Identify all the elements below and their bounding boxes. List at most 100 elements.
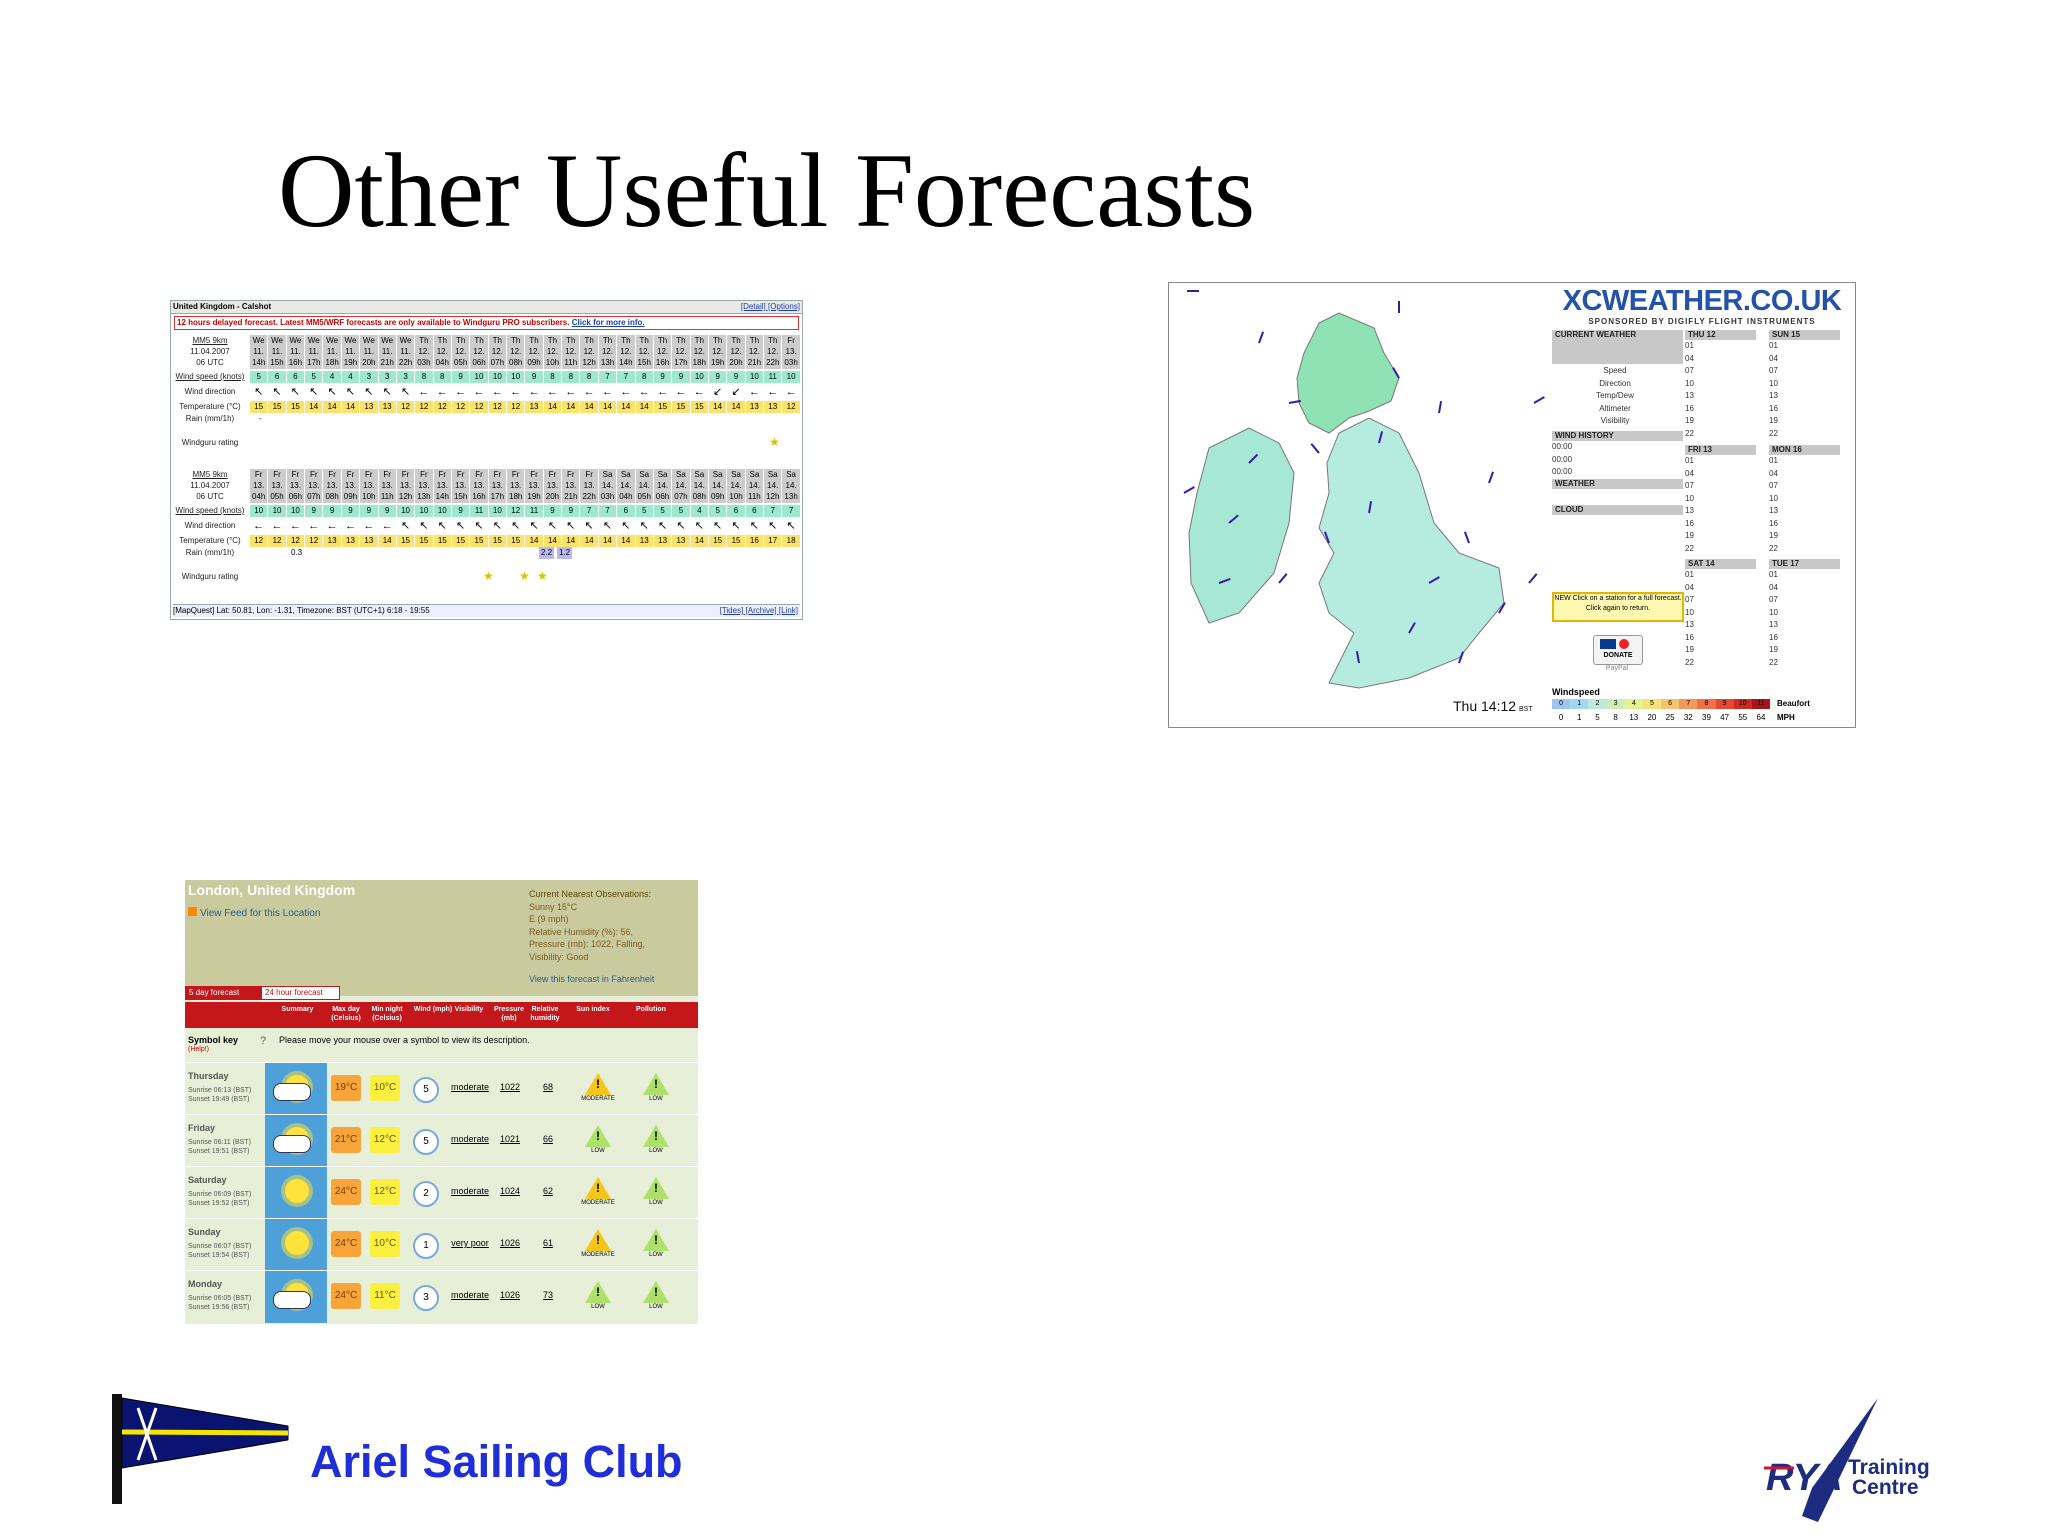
hour-label: 22 (1769, 657, 1778, 667)
help-link[interactable]: (Help!) (188, 1046, 209, 1053)
cell: 09h (524, 357, 543, 369)
cell: 13h (414, 491, 433, 503)
cell: 5 (304, 371, 323, 383)
hour-label: 19 (1685, 645, 1694, 654)
cell: ↖ (395, 520, 414, 532)
humidity: 73 (542, 1290, 553, 1300)
field-label: Altimeter (1599, 403, 1631, 413)
feed-link[interactable]: View Feed for this Location (188, 907, 320, 919)
beaufort-cell: 6 (1661, 699, 1680, 709)
cell: ↖ (267, 386, 285, 398)
cell: 20h (359, 357, 378, 369)
hour-label: 16 (1685, 518, 1694, 528)
cell: 7 (597, 371, 617, 383)
cell: 14 (542, 535, 562, 547)
cell: 5 (707, 505, 727, 517)
cell: 10 (781, 371, 800, 383)
wind-speed-row-label[interactable]: Wind speed (knots) (171, 505, 249, 517)
cell: ↖ (414, 520, 432, 532)
pressure: 1026 (499, 1290, 521, 1300)
temperature-row-label: Temperature (°C) (179, 536, 241, 545)
xcweather-logo[interactable]: XCWEATHER.CO.UK (1549, 285, 1855, 318)
history-time: 00:00 (1552, 454, 1573, 464)
hour-label: 13 (1685, 620, 1694, 629)
cell: ← (285, 520, 304, 532)
column-header: Summary (281, 1006, 314, 1013)
hour-label: 01 (1769, 341, 1778, 350)
cell: 9 (707, 371, 727, 383)
sunset: Sunset 19:54 (BST) (188, 1252, 250, 1259)
cell: ← (597, 386, 616, 398)
forecast-row: Thursday Sunrise 06:13 (BST) Sunset 19:49 … (185, 1062, 698, 1115)
cell: ← (414, 386, 432, 398)
visibility: moderate (450, 1082, 490, 1092)
cell: 3 (395, 371, 415, 383)
cell: 14 (726, 401, 745, 413)
cell: 07h (304, 491, 323, 503)
cell: 13 (763, 401, 782, 413)
sun-index-level: LOW (591, 1304, 605, 1310)
cell: 16h (469, 491, 488, 503)
cell: 09h (340, 491, 360, 503)
cell: ← (432, 386, 451, 398)
fahrenheit-link[interactable]: View this forecast in Fahrenheit (529, 974, 654, 984)
cell: ↖ (340, 386, 359, 398)
sunset: Sunset 19:49 (BST) (188, 1096, 250, 1103)
hour-label: 01 (1685, 570, 1694, 579)
weather-header: WEATHER (1552, 479, 1683, 489)
wind-arrow (1278, 573, 1288, 584)
day-header-mon: MON 16 (1769, 445, 1840, 455)
cell: 15 (726, 535, 745, 547)
wind-arrow (1463, 531, 1470, 544)
hour-label: 04 (1769, 582, 1778, 592)
humidity: 61 (542, 1238, 553, 1248)
obs-line: Sunny 15°C (529, 901, 578, 912)
hour-label: 13 (1769, 506, 1778, 515)
beaufort-cell: 2 (1588, 699, 1607, 709)
day-name: Saturday (188, 1175, 227, 1185)
star-icon: ★ (519, 569, 530, 583)
cell: 15 (432, 535, 451, 547)
cell: 11h (561, 357, 580, 369)
cell: 10 (506, 371, 525, 383)
cell: 16 (744, 535, 764, 547)
cell: 12 (432, 401, 451, 413)
map-time-zone: BST (1519, 706, 1533, 713)
wind-speed-row-label[interactable]: Wind speed (knots) (171, 371, 249, 383)
min-temp: 11°C (370, 1283, 400, 1309)
cell: 9 (359, 505, 378, 517)
cell: ← (524, 386, 542, 398)
cell: 17h (487, 491, 507, 503)
warning-link[interactable]: Click for more info. (572, 318, 645, 327)
cell: 13h (597, 357, 617, 369)
cell: 4 (340, 371, 360, 383)
cell: 16h (652, 357, 672, 369)
footer-links[interactable]: [Tides] [Archive] [Link] (720, 605, 798, 617)
forecast-row: Sunday Sunrise 06:07 (BST) Sunset 19:54 (B… (185, 1218, 698, 1271)
cell: ↖ (450, 520, 469, 532)
cell: 15 (285, 401, 305, 413)
cell: ↖ (579, 520, 597, 532)
humidity: 62 (542, 1186, 553, 1196)
exclamation: ! (654, 1233, 658, 1247)
cell: 15 (671, 401, 690, 413)
sunrise: Sunrise 06:09 (BST) (188, 1191, 252, 1198)
sunset: Sunset 19:51 (BST) (188, 1148, 250, 1155)
uk-wind-map[interactable]: Thu 14:12 BST (1169, 283, 1547, 727)
forecast-row: Saturday Sunrise 06:09 (BST) Sunset 19:52 … (185, 1166, 698, 1219)
cell: ← (469, 386, 487, 398)
cell: 12 (304, 535, 323, 547)
donate-button[interactable]: DONATE (1593, 635, 1643, 665)
hour-label: 04 (1685, 353, 1694, 363)
hour-label: 07 (1685, 595, 1694, 604)
hour-label: 22 (1769, 428, 1778, 438)
cell: 3 (359, 371, 378, 383)
visibility: moderate (450, 1290, 490, 1300)
tab-5-day[interactable]: 5 day forecast (185, 986, 263, 1000)
cell: 17 (763, 535, 782, 547)
cell: 9 (377, 505, 396, 517)
cell: 13 (671, 535, 690, 547)
windguru-header-links[interactable]: [Detail] [Options] (741, 302, 800, 311)
cell: 12 (414, 401, 433, 413)
tab-24-hour[interactable]: 24 hour forecast (261, 986, 340, 1000)
